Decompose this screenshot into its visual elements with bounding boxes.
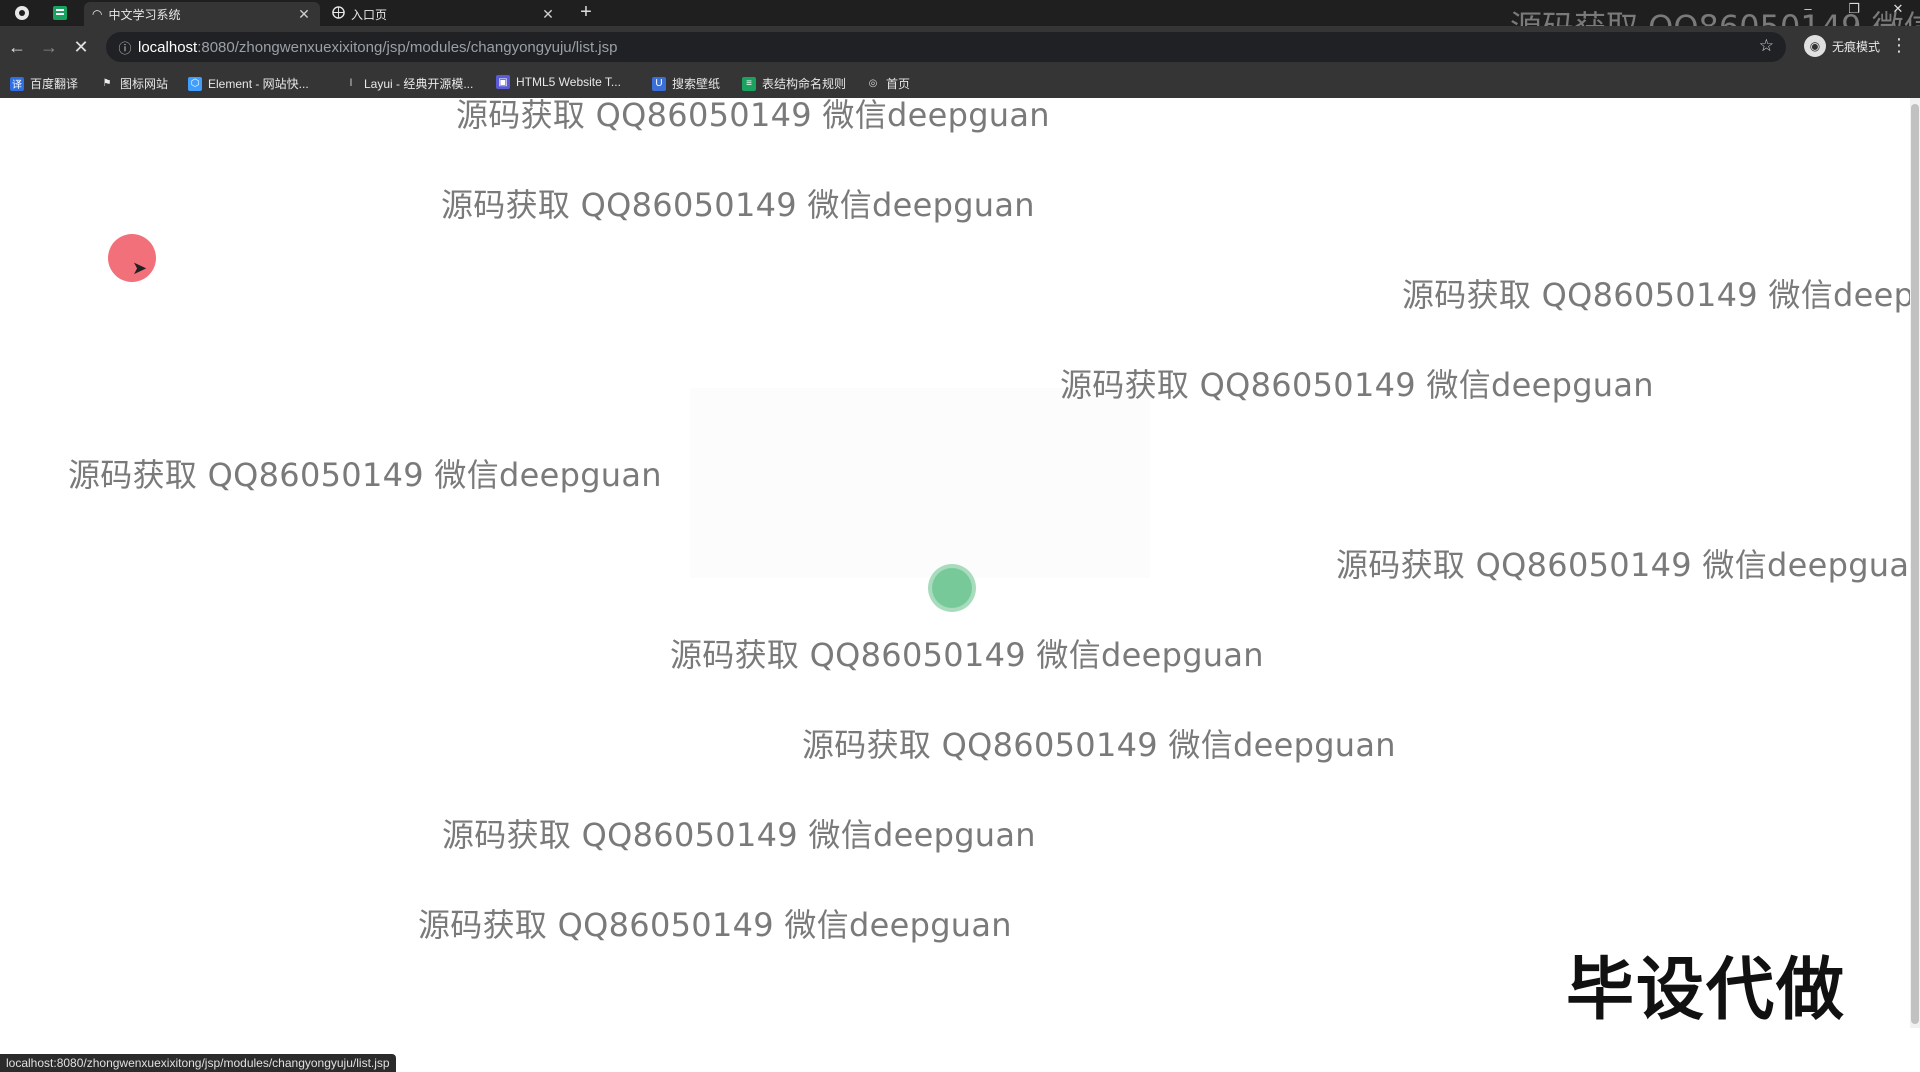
- tab-label: 中文学习系统: [108, 7, 181, 22]
- close-window-icon[interactable]: ✕: [1878, 0, 1918, 22]
- bookmarks-bar: 译 百度翻译 ⚑ 图标网站 ⬡ Element - 网站快... l Layui…: [0, 68, 1920, 99]
- more-menu-icon[interactable]: ⋮: [1890, 35, 1908, 56]
- bookmark-label: 表结构命名规则: [762, 77, 847, 91]
- watermark-text: 源码获取 QQ86050149 微信deepguan: [1402, 276, 1920, 314]
- url-path: :8080/zhongwenxuexixitong/jsp/modules/ch…: [197, 38, 618, 56]
- flag-icon: ⚑: [102, 78, 112, 89]
- bookmark-html5[interactable]: ▣ HTML5 Website T...: [496, 75, 621, 89]
- watermark-text: 源码获取 QQ86050149 微信deepguan: [418, 906, 1012, 944]
- loading-spinner-icon: ◠: [92, 7, 103, 21]
- incognito-icon: ◉: [1803, 35, 1826, 57]
- bookmark-label: 百度翻译: [30, 77, 79, 91]
- bookmark-label: Element - 网站快...: [208, 77, 309, 91]
- url-host: localhost: [138, 38, 198, 56]
- bookmark-baidu-translate[interactable]: 译 百度翻译: [10, 75, 78, 92]
- bookmark-home[interactable]: ◎ 首页: [866, 75, 910, 92]
- watermark-text: 源码获取 QQ86050149 微信deepguan: [802, 726, 1396, 764]
- restore-icon[interactable]: ❐: [1834, 0, 1874, 22]
- bookmark-label: 搜索壁纸: [672, 77, 721, 91]
- bookmark-label: HTML5 Website T...: [516, 75, 621, 89]
- scrollbar-thumb[interactable]: [1911, 104, 1919, 1024]
- address-bar[interactable]: ⓘ localhost:8080/zhongwenxuexixitong/jsp…: [106, 32, 1786, 62]
- bookmark-label: Layui - 经典开源模...: [364, 77, 474, 91]
- close-tab-icon[interactable]: ✕: [296, 6, 312, 23]
- translate-icon: 译: [10, 76, 24, 91]
- status-bar-url: localhost:8080/zhongwenxuexixitong/jsp/m…: [0, 1054, 396, 1072]
- watermark-text: 源码获取 QQ86050149 微信deepguan: [441, 186, 1035, 224]
- close-tab-icon[interactable]: ✕: [540, 6, 556, 23]
- bookmark-label: 首页: [886, 77, 911, 91]
- bookmark-icon-site[interactable]: ⚑ 图标网站: [100, 75, 169, 92]
- back-icon[interactable]: ←: [6, 36, 28, 58]
- wallpaper-icon: U: [652, 76, 666, 91]
- tab-strip: ◠ 中文学习系统 ✕ 入口页 ✕ + 源码获取 QQ86050149 微信d –…: [0, 0, 1920, 46]
- bookmark-label: 图标网站: [120, 77, 169, 91]
- stop-loading-icon[interactable]: ✕: [70, 36, 92, 58]
- watermark-text: 源码获取 QQ86050149 微信deepguan: [1060, 366, 1654, 404]
- tab-entry-page[interactable]: 入口页 ✕: [324, 2, 564, 26]
- incognito-label: 无痕模式: [1831, 39, 1880, 54]
- bookmark-star-icon[interactable]: ☆: [1759, 36, 1774, 56]
- pinned-tab-icon[interactable]: [50, 3, 70, 23]
- bookmark-naming-rules[interactable]: ≡ 表结构命名规则: [742, 75, 846, 92]
- doc-icon: ≡: [742, 76, 756, 91]
- watermark-text: 源码获取 QQ86050149 微信deepguan: [670, 636, 1264, 674]
- tab-label: 入口页: [351, 7, 388, 22]
- watermark-text: 源码获取 QQ86050149 微信deepguan: [442, 816, 1036, 854]
- site-info-icon[interactable]: ⓘ: [112, 38, 138, 57]
- html5-icon: ▣: [496, 75, 510, 89]
- loading-indicator: [932, 568, 972, 608]
- element-icon: ⬡: [188, 76, 202, 91]
- globe-icon: [332, 6, 345, 22]
- watermark-text: 源码获取 QQ86050149 微信deepguan: [1336, 546, 1920, 584]
- layui-icon: l: [349, 78, 353, 89]
- incognito-indicator[interactable]: ◉ 无痕模式: [1803, 35, 1880, 57]
- watermark-text: 源码获取 QQ86050149 微信deepguan: [456, 98, 1050, 134]
- mouse-cursor-icon: ➤: [132, 258, 148, 278]
- browser-menu-icon[interactable]: [12, 3, 32, 23]
- bookmark-wallpaper[interactable]: U 搜索壁纸: [652, 75, 720, 92]
- promo-stamp: 毕设代做: [1552, 932, 1861, 1035]
- bookmark-element[interactable]: ⬡ Element - 网站快...: [188, 75, 309, 92]
- faint-content-area: [690, 388, 1150, 578]
- toolbar: ← → ✕ ⓘ localhost:8080/zhongwenxuexixito…: [0, 26, 1920, 68]
- watermark-text: 源码获取 QQ86050149 微信deepguan: [68, 456, 662, 494]
- globe-icon: ◎: [868, 78, 878, 89]
- tab-chinese-learning[interactable]: ◠ 中文学习系统 ✕: [84, 2, 320, 26]
- forward-icon[interactable]: →: [38, 36, 60, 58]
- minimize-icon[interactable]: –: [1788, 0, 1828, 22]
- bookmark-layui[interactable]: l Layui - 经典开源模...: [344, 75, 473, 92]
- new-tab-button[interactable]: +: [574, 2, 598, 24]
- page-viewport: 源码获取 QQ86050149 微信deepguan 源码获取 QQ860501…: [0, 98, 1920, 1072]
